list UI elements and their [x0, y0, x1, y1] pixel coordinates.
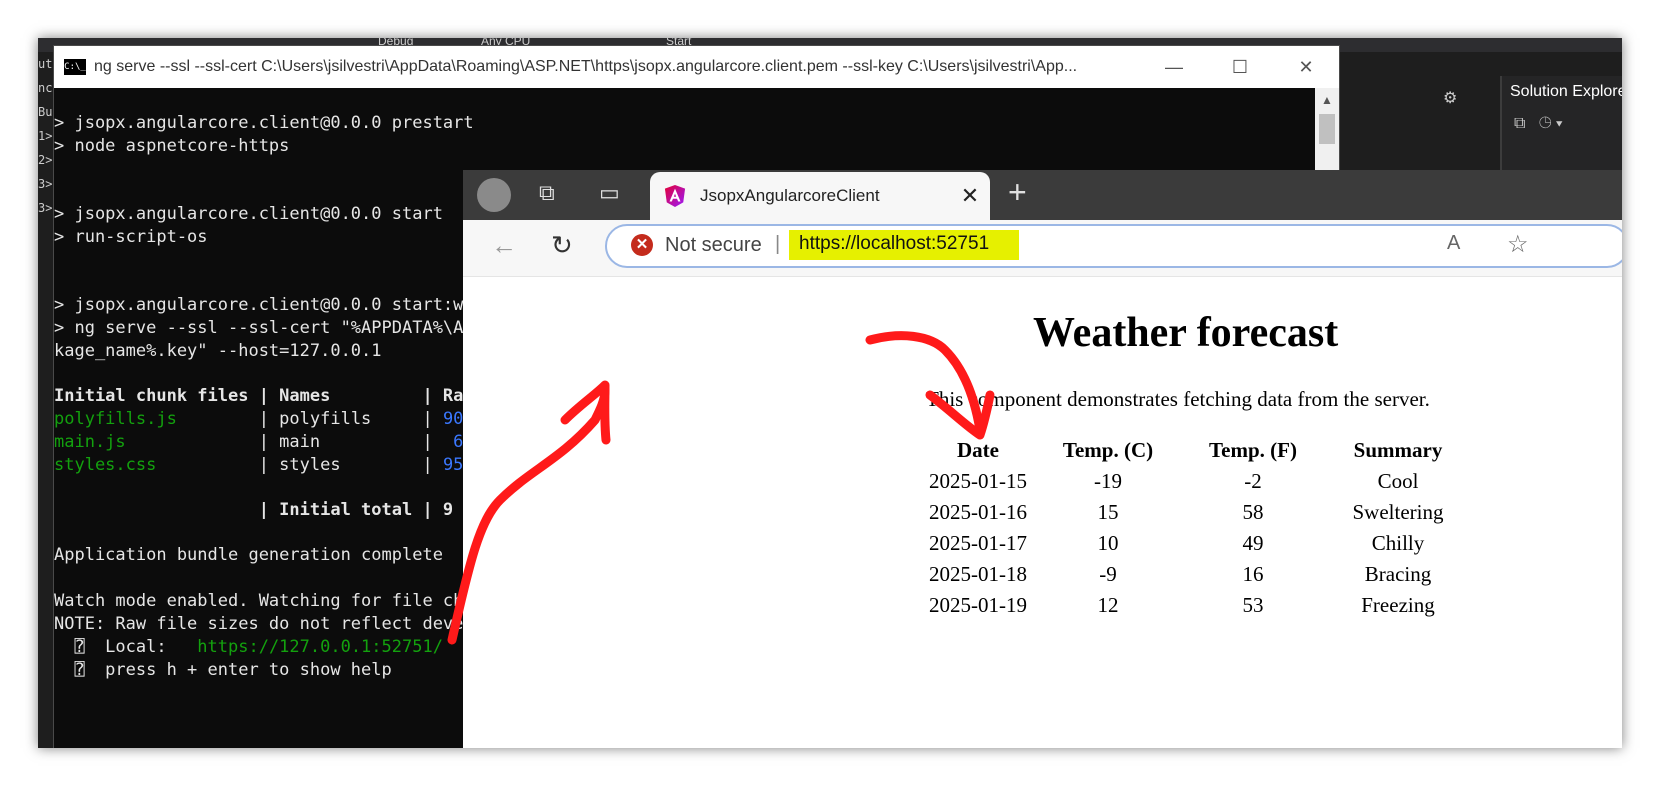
address-bar-row: ← ↻ ✕ Not secure | https://localhost:527… — [463, 220, 1622, 276]
refresh-button[interactable]: ↻ — [551, 230, 573, 261]
file-size: 95 — [442, 455, 464, 475]
terminal-line: Watch mode enabled. Watching for file ch — [54, 591, 464, 611]
cell-temp-c: 15 — [1097, 500, 1119, 524]
browser-window: ⧉ ▭ JsopxAngularcoreClient ✕ + ← ↻ ✕ Not… — [463, 170, 1622, 748]
terminal-line: > ng serve --ssl --ssl-cert "%APPDATA%\A — [54, 318, 464, 338]
url-text[interactable]: https://localhost:52751 — [799, 233, 990, 255]
maximize-button[interactable]: ☐ — [1207, 57, 1273, 78]
page-intro: This component demonstrates fetching dat… — [926, 387, 1430, 411]
angular-logo-icon — [664, 185, 686, 207]
terminal-line: Initial chunk files | Names | Ra — [54, 386, 464, 406]
cell-temp-c: -19 — [1094, 469, 1122, 493]
terminal-line: > jsopx.angularcore.client@0.0.0 start — [54, 204, 443, 224]
tab-active[interactable]: JsopxAngularcoreClient ✕ — [650, 172, 990, 220]
terminal-line: main.js | main | 6 — [54, 431, 463, 453]
terminal-line: | Initial total | 9 — [54, 500, 454, 520]
tab-actions-icon[interactable]: ▭ — [599, 180, 620, 206]
table-row: 2025-01-16 15 58 Sweltering — [923, 497, 1473, 528]
file-row-rest: | polyfills | — [176, 409, 443, 429]
file-size: 90 — [442, 409, 464, 429]
cmd-icon: C:\_ — [64, 59, 86, 75]
cell-summary: Freezing — [1361, 593, 1435, 617]
local-url-link[interactable]: https://127.0.0.1:52751/ — [197, 637, 443, 657]
minimize-button[interactable]: — — [1141, 57, 1207, 78]
page-title: Weather forecast — [1033, 310, 1339, 356]
terminal-line: polyfills.js | polyfills | 90 — [54, 408, 463, 430]
terminal-line: > node aspnetcore-https — [54, 136, 290, 156]
terminal-line: > run-script-os — [54, 227, 208, 247]
chevron-down-icon[interactable]: ▾ — [1556, 115, 1563, 132]
terminal-line: Application bundle generation complete — [54, 545, 443, 565]
read-aloud-icon[interactable]: A — [1447, 232, 1460, 255]
sync-icon[interactable]: ⧉ — [1514, 115, 1525, 132]
back-button[interactable]: ← — [491, 230, 517, 261]
cell-temp-f: 49 — [1242, 531, 1264, 555]
terminal-line: styles.css | styles | 95 — [54, 454, 463, 476]
cell-date: 2025-01-18 — [929, 562, 1027, 586]
terminal-line: ⍰ press h + enter to show help — [54, 660, 392, 680]
vs-output-gutter: ut nc Bu 1> 2> 3> 3> — [38, 52, 54, 748]
column-header-summary: Summary — [1353, 438, 1443, 462]
gear-icon[interactable]: ⚙ — [1443, 88, 1457, 108]
cell-temp-c: 10 — [1097, 531, 1119, 555]
file-name: main.js — [54, 432, 126, 452]
cell-summary: Bracing — [1364, 562, 1432, 586]
file-row-rest: | styles | — [156, 455, 443, 475]
history-icon[interactable]: ◷ — [1539, 115, 1552, 132]
close-button[interactable]: ✕ — [1273, 57, 1339, 78]
not-secure-icon[interactable]: ✕ — [631, 234, 653, 256]
column-header-date: Date — [957, 438, 999, 462]
scroll-up-icon[interactable]: ▲ — [1315, 88, 1339, 112]
solution-explorer-title[interactable]: Solution Explorer — [1502, 76, 1622, 108]
table-row: 2025-01-18 -9 16 Bracing — [923, 559, 1473, 590]
terminal-line: NOTE: Raw file sizes do not reflect deve — [54, 614, 464, 634]
terminal-line: ⍰ Local: https://127.0.0.1:52751/ — [54, 636, 443, 658]
tab-close-button[interactable]: ✕ — [950, 183, 990, 209]
cell-temp-f: 58 — [1242, 500, 1264, 524]
column-header-temp-f: Temp. (F) — [1209, 438, 1297, 462]
terminal-titlebar: C:\_ ng serve --ssl --ssl-cert C:\Users\… — [54, 46, 1339, 88]
solution-explorer-toolbar: ⧉ ◷ ▾ — [1502, 108, 1622, 140]
column-header-temp-c: Temp. (C) — [1062, 438, 1154, 462]
address-separator: | — [775, 233, 781, 255]
file-size: 6 — [453, 432, 464, 452]
cell-temp-f: 53 — [1242, 593, 1264, 617]
cell-date: 2025-01-17 — [929, 531, 1027, 555]
terminal-line: > jsopx.angularcore.client@0.0.0 start:w — [54, 295, 464, 315]
terminal-title: ng serve --ssl --ssl-cert C:\Users\jsilv… — [94, 58, 1078, 75]
cell-date: 2025-01-16 — [929, 500, 1027, 524]
page-content: Weather forecast This component demonstr… — [463, 276, 1622, 748]
cell-date: 2025-01-15 — [929, 469, 1027, 493]
file-name: styles.css — [54, 455, 157, 475]
tab-strip: ⧉ ▭ JsopxAngularcoreClient ✕ + — [463, 170, 1622, 220]
cell-summary: Cool — [1377, 469, 1419, 493]
cell-date: 2025-01-19 — [929, 593, 1027, 617]
table-row: 2025-01-17 10 49 Chilly — [923, 528, 1473, 559]
table-row: 2025-01-19 12 53 Freezing — [923, 590, 1473, 621]
forecast-table: Date Temp. (C) Temp. (F) Summary 2025-01… — [923, 435, 1473, 621]
screenshot-frame: Debug Any CPU Start ut nc Bu 1> 2> 3> 3> ⚙ Sol… — [38, 38, 1622, 748]
new-tab-button[interactable]: + — [1008, 174, 1027, 211]
file-row-rest: | main | — [125, 432, 454, 452]
tab-title: JsopxAngularcoreClient — [700, 186, 880, 205]
cell-temp-f: 16 — [1242, 562, 1264, 586]
cell-summary: Sweltering — [1352, 500, 1444, 524]
terminal-line: kage_name%.key" --host=127.0.0.1 — [54, 341, 382, 361]
local-label: ⍰ Local: — [54, 637, 198, 657]
favorite-star-icon[interactable]: ☆ — [1507, 230, 1529, 259]
cell-temp-c: -9 — [1099, 562, 1117, 586]
scroll-thumb[interactable] — [1319, 114, 1335, 144]
workspaces-icon[interactable]: ⧉ — [539, 180, 555, 206]
not-secure-label[interactable]: Not secure — [665, 234, 762, 257]
table-header-row: Date Temp. (C) Temp. (F) Summary — [923, 435, 1473, 466]
cell-temp-f: -2 — [1244, 469, 1262, 493]
cell-temp-c: 12 — [1097, 593, 1119, 617]
address-bar[interactable]: ✕ Not secure | https://localhost:52751 A… — [605, 224, 1622, 268]
terminal-line: > jsopx.angularcore.client@0.0.0 prestar… — [54, 113, 474, 133]
cell-summary: Chilly — [1371, 531, 1425, 555]
table-row: 2025-01-15 -19 -2 Cool — [923, 466, 1473, 497]
file-name: polyfills.js — [54, 409, 177, 429]
profile-avatar-icon[interactable] — [477, 178, 511, 212]
